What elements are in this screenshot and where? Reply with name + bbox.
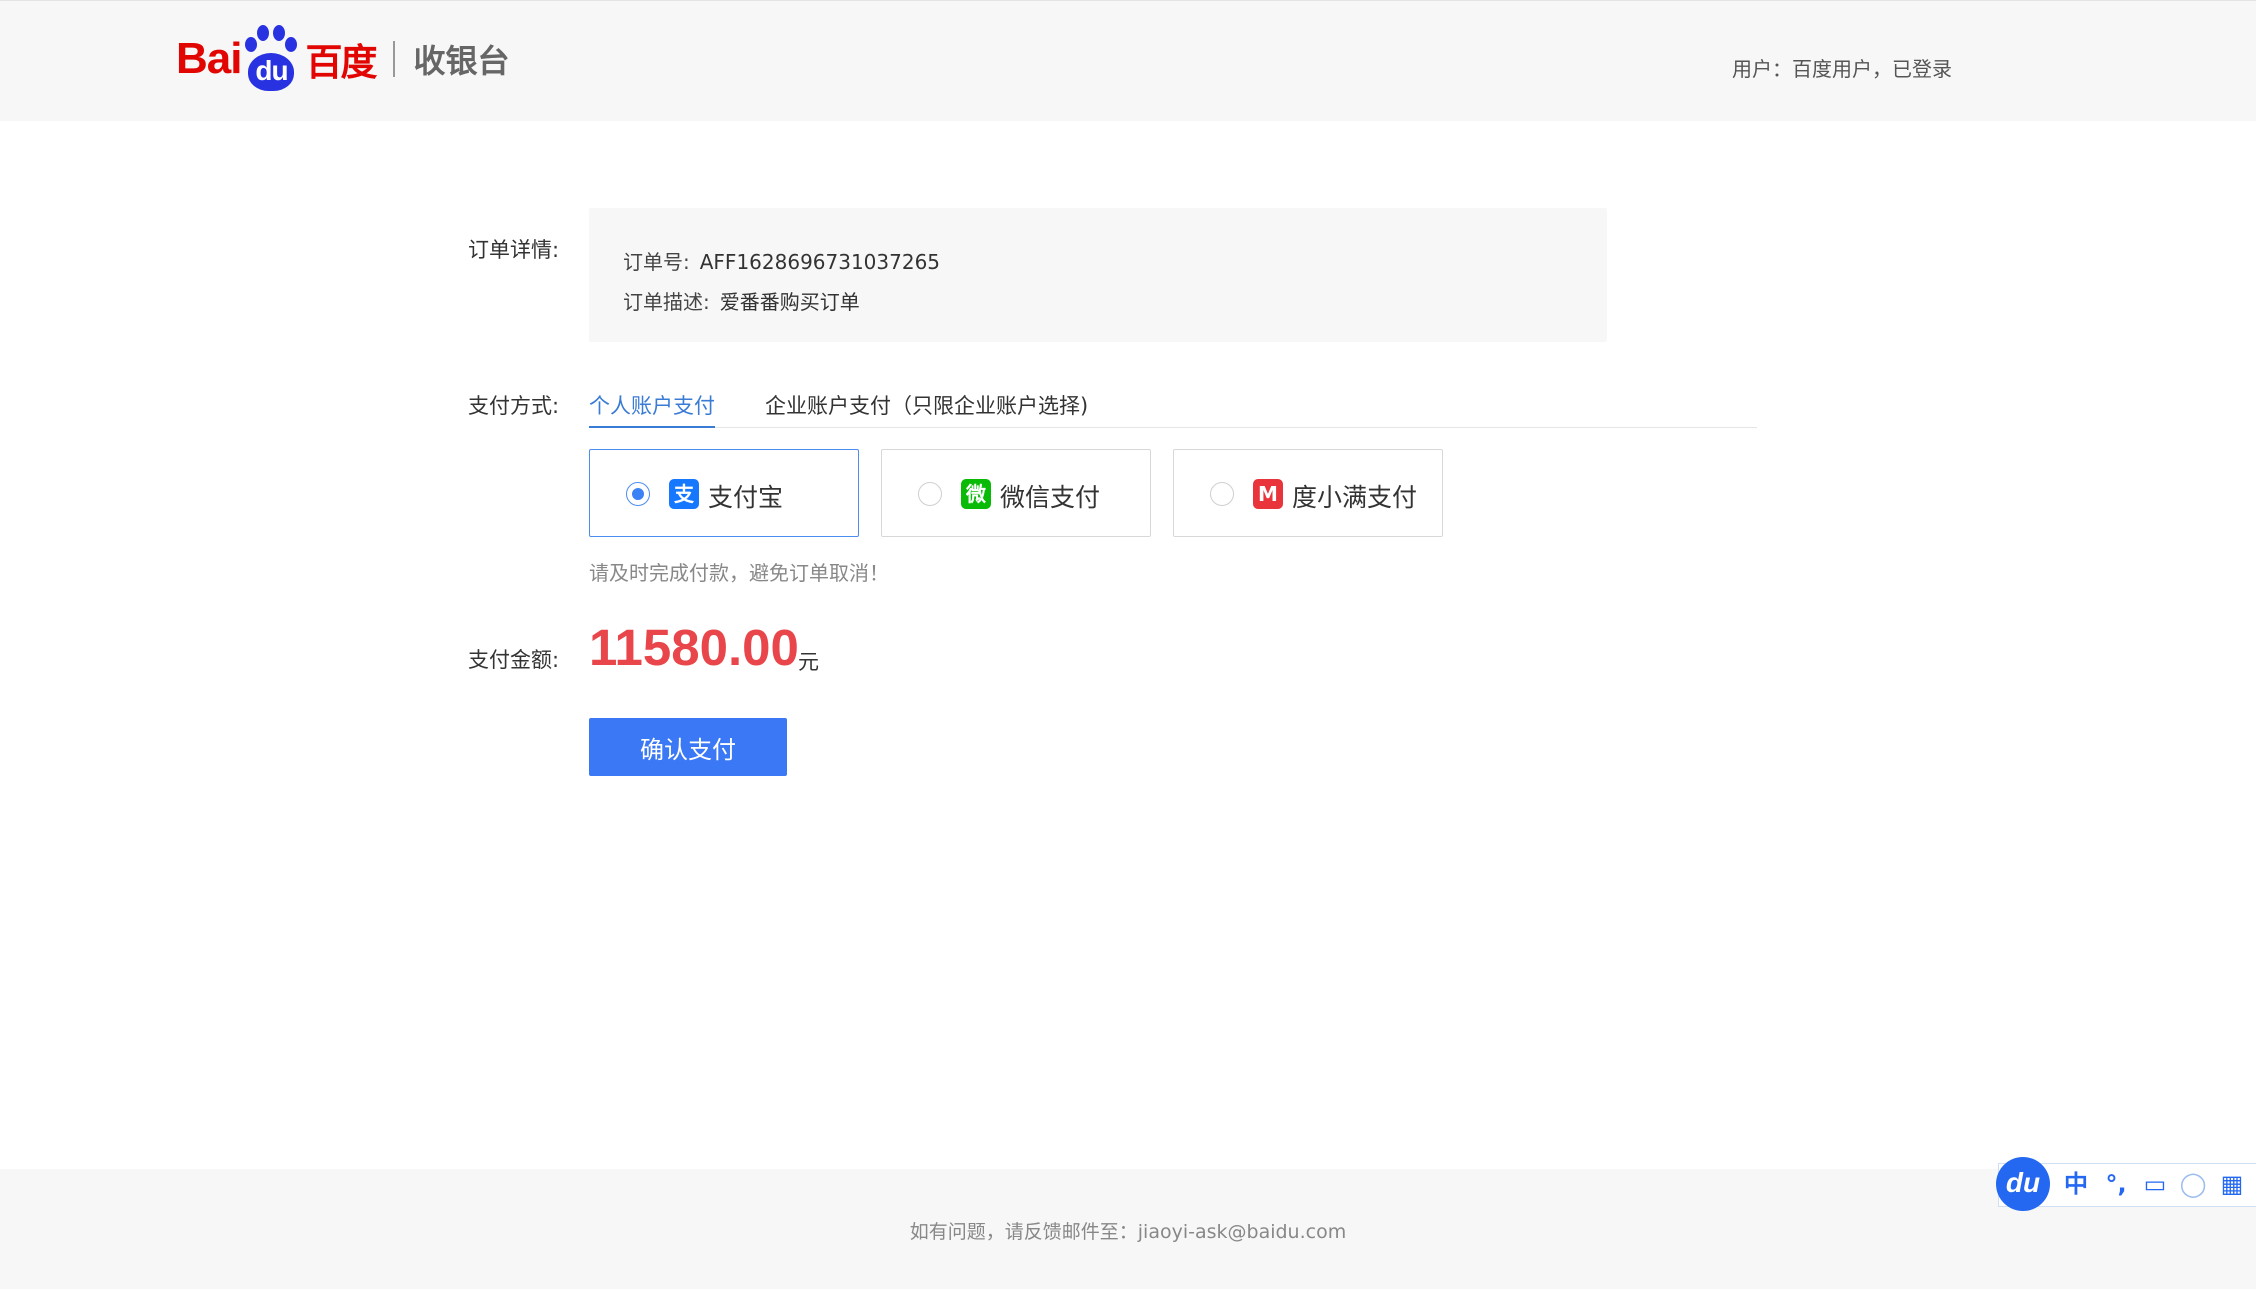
amount-value: 11580.00 bbox=[589, 619, 799, 676]
duxiaoman-icon: M bbox=[1253, 479, 1283, 509]
baidu-logo[interactable]: Ba i du 百度 收银台 bbox=[176, 25, 510, 93]
ime-logo-icon[interactable]: du bbox=[1996, 1157, 2050, 1211]
page-footer: 如有问题，请反馈邮件至：jiaoyi-ask@baidu.com bbox=[0, 1169, 2256, 1289]
alipay-icon: 支 bbox=[669, 479, 699, 509]
user-status: 用户：百度用户，已登录 bbox=[1732, 57, 1952, 81]
payment-method-label: 支付方式: bbox=[468, 394, 560, 418]
logo-text-i: i bbox=[230, 34, 242, 83]
ime-chinese-mode-icon[interactable]: 中 bbox=[2060, 1168, 2092, 1200]
baidu-paw-icon: du bbox=[243, 25, 299, 93]
wechat-pay-label: 微信支付 bbox=[1000, 483, 1101, 512]
page-header: Ba i du 百度 收银台 用户：百度用户，已登录 bbox=[0, 0, 2256, 121]
order-number-value: AFF1628696731037265 bbox=[699, 250, 941, 274]
order-number-row: 订单号: AFF1628696731037265 bbox=[623, 246, 940, 275]
confirm-pay-button[interactable]: 确认支付 bbox=[589, 718, 787, 776]
order-details-label: 订单详情: bbox=[468, 238, 560, 262]
payment-hint: 请及时完成付款，避免订单取消！ bbox=[589, 561, 889, 585]
order-number-label: 订单号: bbox=[623, 250, 690, 274]
order-desc-label: 订单描述: bbox=[623, 290, 710, 314]
tab-enterprise-account[interactable]: 企业账户支付（只限企业账户选择) bbox=[765, 390, 1088, 428]
amount-unit: 元 bbox=[798, 650, 819, 674]
alipay-radio[interactable] bbox=[626, 482, 650, 506]
order-details-box: 订单号: AFF1628696731037265 订单描述: 爱番番购买订单 bbox=[589, 208, 1607, 342]
order-desc-value: 爱番番购买订单 bbox=[719, 290, 860, 314]
duxiaoman-label: 度小满支付 bbox=[1292, 483, 1418, 512]
cashier-title: 收银台 bbox=[413, 42, 510, 80]
ime-punctuation-icon[interactable]: °, bbox=[2100, 1168, 2132, 1200]
logo-text-ba: Ba bbox=[176, 34, 231, 83]
alipay-label: 支付宝 bbox=[708, 483, 784, 512]
wechat-radio[interactable] bbox=[918, 482, 942, 506]
ime-user-icon[interactable]: ◯ bbox=[2177, 1168, 2209, 1200]
footer-contact: 如有问题，请反馈邮件至：jiaoyi-ask@baidu.com bbox=[909, 1221, 1347, 1243]
duxiaoman-radio[interactable] bbox=[1210, 482, 1234, 506]
amount-label: 支付金额: bbox=[468, 648, 560, 672]
ime-keyboard-icon[interactable]: ▭ bbox=[2139, 1168, 2171, 1200]
pay-option-wechat[interactable]: 微 微信支付 bbox=[881, 449, 1151, 537]
payment-tabs: 个人账户支付 企业账户支付（只限企业账户选择) bbox=[589, 380, 1757, 428]
tab-personal-account[interactable]: 个人账户支付 bbox=[589, 390, 715, 428]
wechat-pay-icon: 微 bbox=[961, 479, 991, 509]
logo-text-baidu-cn: 百度 bbox=[305, 41, 377, 84]
pay-option-alipay[interactable]: 支 支付宝 bbox=[589, 449, 859, 537]
ime-menu-grid-icon[interactable]: ▦ bbox=[2216, 1168, 2248, 1200]
logo-divider bbox=[393, 41, 396, 77]
order-desc-row: 订单描述: 爱番番购买订单 bbox=[623, 286, 860, 315]
pay-option-duxiaoman[interactable]: M 度小满支付 bbox=[1173, 449, 1443, 537]
logo-text-du: du bbox=[248, 53, 295, 91]
